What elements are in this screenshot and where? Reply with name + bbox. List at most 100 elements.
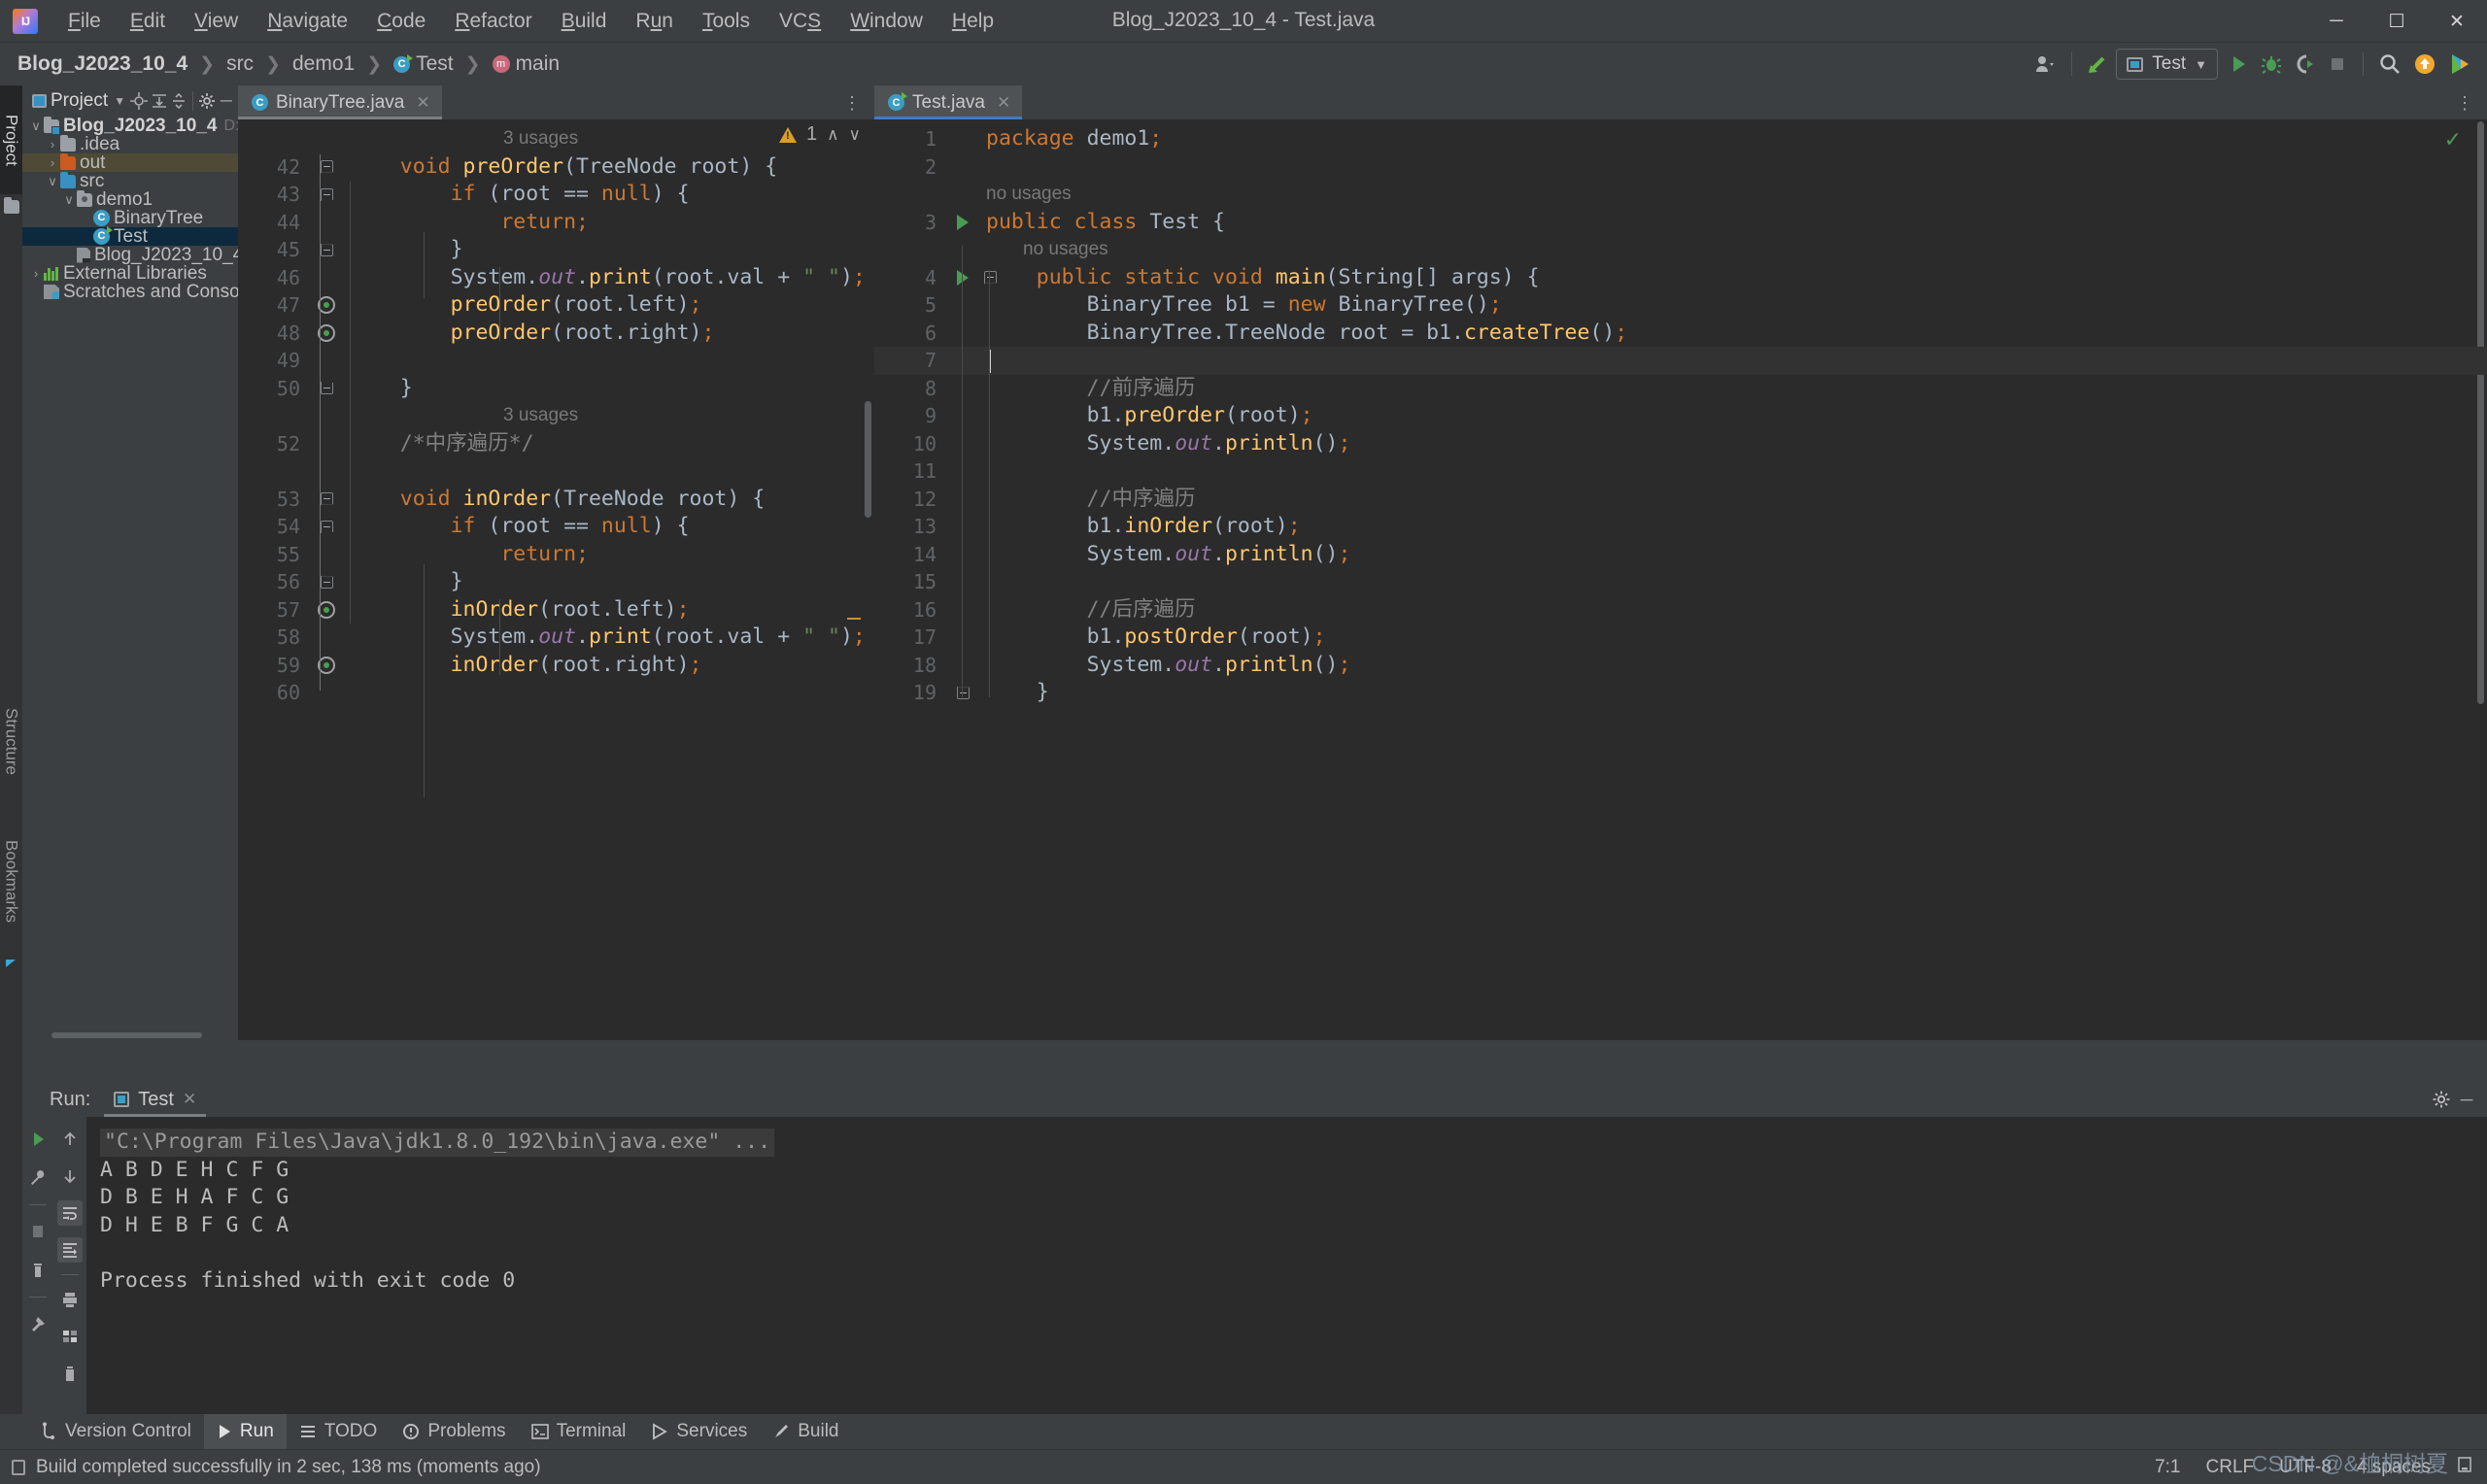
tab-binarytree-java[interactable]: C BinaryTree.java ✕ [238, 85, 442, 119]
editor-body-left[interactable]: 1 ∧ ∨ 3 usages42 void preOrder(TreeNode … [238, 119, 874, 1040]
expand-all-icon[interactable] [149, 89, 168, 113]
menu-view[interactable]: View [180, 6, 253, 37]
code-line[interactable]: 46 System.out.print(root.val + " "); [238, 264, 874, 292]
code-line[interactable]: 43 if (root == null) { [238, 181, 874, 209]
pin-icon[interactable] [25, 1311, 51, 1336]
code-line[interactable]: 49 [238, 347, 874, 375]
code-line[interactable]: 57 inOrder(root.left); [238, 596, 874, 624]
code-line[interactable]: 44 return; [238, 209, 874, 237]
code-line[interactable]: no usages [874, 181, 2487, 209]
tool-window-build[interactable]: Build [760, 1414, 851, 1449]
close-icon[interactable]: ✕ [183, 1090, 196, 1109]
tree-node[interactable]: Scratches and Consoles [22, 283, 238, 301]
trash-icon[interactable] [25, 1258, 51, 1283]
menu-vcs[interactable]: VCS [765, 6, 835, 37]
scroll-up-icon[interactable] [57, 1127, 83, 1152]
close-button[interactable]: ✕ [2427, 0, 2487, 43]
chevron-down-icon[interactable]: ∨ [45, 172, 60, 190]
hide-window-icon[interactable]: ─ [2456, 1088, 2477, 1111]
editor-options-icon[interactable]: ⋮ [2454, 85, 2475, 119]
breadcrumb-method[interactable]: m main [489, 51, 564, 78]
menu-file[interactable]: FFileile [53, 6, 116, 37]
code-line[interactable]: 54 if (root == null) { [238, 513, 874, 541]
fold-end-icon[interactable] [320, 243, 333, 256]
code-line[interactable] [238, 457, 874, 486]
code-line[interactable]: 48 preOrder(root.right); [238, 320, 874, 348]
tree-node[interactable]: ∨ src [22, 171, 238, 190]
settings-gear-icon[interactable] [197, 89, 217, 113]
update-arrow-icon[interactable] [2081, 48, 2116, 81]
menu-edit[interactable]: Edit [116, 6, 180, 37]
code-line[interactable]: 12 //中序遍历 [874, 486, 2487, 514]
chevron-right-icon[interactable]: › [28, 264, 44, 283]
tree-node[interactable]: ∨ Blog_J2023_10_4 D:\Project\JAVA\ [22, 117, 238, 135]
menu-refactor[interactable]: Refactor [440, 6, 546, 37]
tool-window-terminal[interactable]: Terminal [519, 1414, 639, 1449]
run-gutter-icon[interactable] [957, 269, 969, 286]
chevron-down-icon[interactable]: ∨ [28, 117, 44, 135]
fold-end-icon[interactable] [320, 382, 333, 395]
code-line[interactable]: 7 [874, 347, 2487, 375]
code-line[interactable]: 52 /*中序遍历*/ [238, 430, 874, 458]
read-only-icon[interactable] [2456, 1455, 2473, 1480]
project-tree-horizontal-scrollbar[interactable] [22, 1029, 238, 1040]
code-line[interactable]: 15 [874, 568, 2487, 596]
sidebar-tab-project[interactable]: Project [0, 85, 22, 194]
chevron-down-icon[interactable]: ▼ [110, 89, 129, 113]
usage-hint[interactable]: 3 usages [503, 402, 578, 430]
code-line[interactable]: 55 return; [238, 541, 874, 569]
code-line[interactable]: 5 BinaryTree b1 = new BinaryTree(); [874, 291, 2487, 320]
ide-feature-icon[interactable] [2442, 48, 2477, 81]
close-icon[interactable]: ✕ [997, 93, 1010, 113]
code-line[interactable]: 6 BinaryTree.TreeNode root = b1.createTr… [874, 320, 2487, 348]
collapse-all-icon[interactable] [169, 89, 188, 113]
menu-tools[interactable]: Tools [688, 6, 765, 37]
tool-window-run[interactable]: Run [203, 1414, 287, 1449]
tree-node[interactable]: ∨ demo1 [22, 189, 238, 209]
hide-icon[interactable]: ─ [217, 89, 236, 113]
sidebar-tab-structure[interactable]: Structure [0, 678, 22, 804]
fold-start-icon[interactable] [320, 187, 333, 201]
sidebar-tab-bookmarks[interactable]: Bookmarks [0, 814, 22, 950]
chevron-right-icon[interactable]: › [45, 153, 60, 172]
print-icon[interactable] [57, 1287, 83, 1312]
code-line[interactable]: no usages [874, 236, 2487, 264]
code-line[interactable]: 1 package demo1; [874, 125, 2487, 153]
debug-bug-icon[interactable] [2255, 48, 2288, 81]
tree-node[interactable]: C Test [22, 226, 238, 246]
tree-node[interactable]: Blog_J2023_10_4.iml [22, 246, 238, 264]
menu-build[interactable]: Build [547, 6, 622, 37]
breadcrumb-project[interactable]: Blog_J2023_10_4 [14, 51, 191, 78]
code-line[interactable]: 50 } [238, 375, 874, 403]
code-line[interactable]: 58 System.out.print(root.val + " "); [238, 624, 874, 652]
code-line[interactable]: 4 public static void main(String[] args)… [874, 264, 2487, 292]
menu-help[interactable]: Help [937, 6, 1008, 37]
rerun-icon[interactable] [25, 1127, 51, 1152]
fold-end-icon[interactable] [320, 575, 333, 589]
event-log-icon[interactable] [12, 1459, 25, 1475]
locate-icon[interactable] [129, 89, 149, 113]
code-line[interactable]: 14 System.out.println(); [874, 541, 2487, 569]
scroll-down-icon[interactable] [57, 1164, 83, 1189]
coverage-icon[interactable] [2288, 48, 2321, 81]
tree-node[interactable]: › out [22, 152, 238, 172]
code-line[interactable]: 3 public class Test { [874, 209, 2487, 237]
soft-wrap-icon[interactable] [57, 1200, 83, 1226]
run-gutter-icon[interactable] [957, 214, 969, 230]
run-button[interactable] [2222, 48, 2255, 81]
update-available-icon[interactable] [2407, 48, 2442, 81]
code-line[interactable]: 2 [874, 153, 2487, 182]
usage-hint[interactable]: 3 usages [503, 125, 578, 153]
code-line[interactable]: 10 System.out.println(); [874, 430, 2487, 458]
tool-window-todo[interactable]: TODO [287, 1414, 391, 1449]
code-line[interactable]: 60 [238, 679, 874, 707]
delete-icon[interactable] [57, 1361, 83, 1386]
caret-position[interactable]: 7:1 [2155, 1457, 2180, 1478]
stop-icon[interactable] [2321, 48, 2354, 81]
fold-start-icon[interactable] [320, 520, 333, 533]
maximize-button[interactable]: ☐ [2367, 0, 2427, 43]
code-line[interactable]: 9 b1.preOrder(root); [874, 402, 2487, 430]
project-tree[interactable]: ∨ Blog_J2023_10_4 D:\Project\JAVA\ › .idea › o… [22, 117, 238, 1040]
user-icon[interactable] [2029, 48, 2062, 81]
chevron-down-icon[interactable]: ∨ [61, 190, 77, 209]
